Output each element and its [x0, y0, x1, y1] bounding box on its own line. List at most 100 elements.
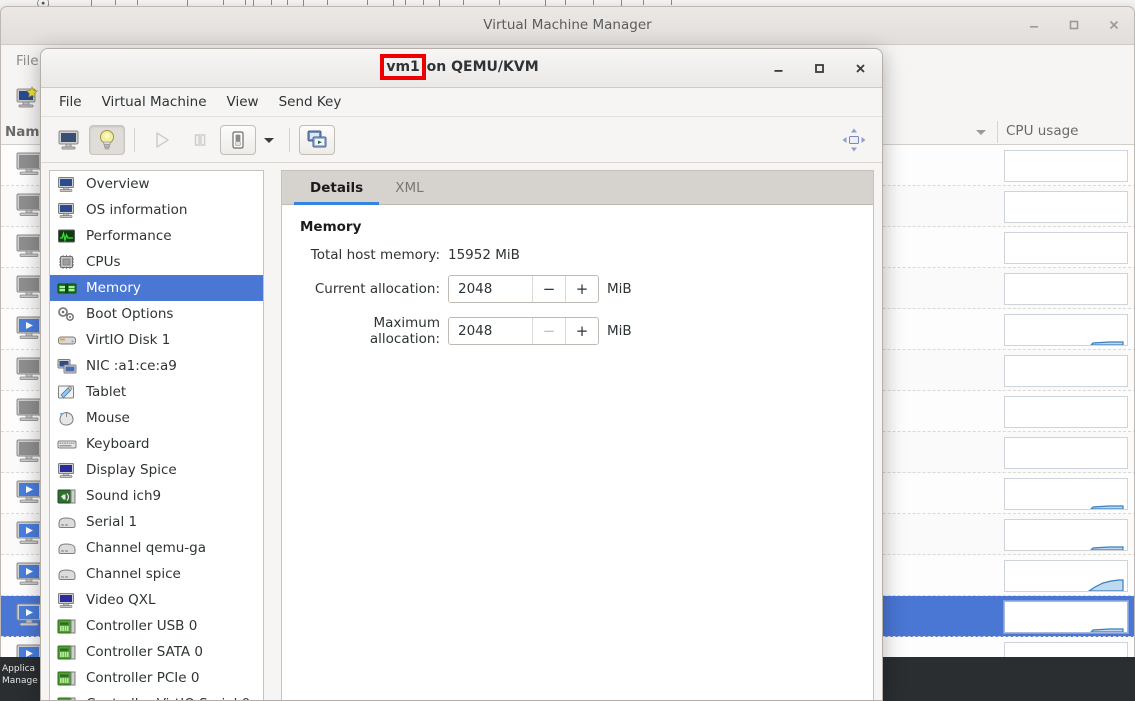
current-allocation-input[interactable] [449, 276, 532, 302]
cpu-usage-sparkline [1004, 437, 1128, 469]
vmm-minimize-icon[interactable] [1024, 15, 1044, 35]
current-allocation-plus-button[interactable]: + [565, 276, 598, 302]
hardware-item-controller-usb-0[interactable]: Controller USB 0 [50, 613, 263, 639]
ruler-tick [271, 0, 272, 5]
current-allocation-label: Current allocation: [314, 281, 440, 297]
vm-dialog-toolbar [41, 117, 882, 163]
hardware-item-controller-virtio-serial-0[interactable]: Controller VirtIO Serial 0 [50, 691, 263, 700]
hardware-item-label: CPUs [86, 254, 121, 270]
hardware-item-cpus[interactable]: CPUs [50, 249, 263, 275]
ruler-tick [367, 0, 368, 5]
snapshots-button[interactable] [299, 124, 335, 155]
menu-item-send-key[interactable]: Send Key [269, 90, 352, 114]
ruler-tick [671, 0, 672, 5]
controller-card-icon [56, 695, 78, 700]
hardware-item-controller-pcie-0[interactable]: Controller PCIe 0 [50, 665, 263, 691]
resize-to-vm-button[interactable] [836, 125, 872, 155]
hardware-item-video-qxl[interactable]: Video QXL [50, 587, 263, 613]
hardware-item-virtio-disk-1[interactable]: VirtIO Disk 1 [50, 327, 263, 353]
display-icon [56, 591, 78, 609]
show-details-button[interactable] [89, 124, 125, 155]
cpu-usage-sparkline [1004, 150, 1128, 182]
current-allocation-minus-button[interactable]: − [532, 276, 565, 302]
shutdown-button[interactable] [220, 124, 256, 155]
ruler-tick [327, 0, 328, 5]
maximum-allocation-input[interactable] [449, 318, 532, 344]
hardware-item-display-spice[interactable]: Display Spice [50, 457, 263, 483]
detail-pane: Details XML Memory Total host memory: 159… [281, 170, 874, 700]
hardware-item-mouse[interactable]: Mouse [50, 405, 263, 431]
hardware-item-nic-a1-ce-a9[interactable]: NIC :a1:ce:a9 [50, 353, 263, 379]
vmm-maximize-icon[interactable] [1064, 15, 1084, 35]
hardware-item-channel-qemu-ga[interactable]: Channel qemu-ga [50, 535, 263, 561]
show-console-button[interactable] [51, 125, 87, 155]
vmm-titlebar[interactable]: Virtual Machine Manager [1, 7, 1134, 45]
tab-details[interactable]: Details [294, 171, 380, 205]
ruler-tick [137, 0, 138, 5]
mouse-icon [56, 409, 78, 427]
vm-dialog-maximize-icon[interactable] [809, 58, 829, 78]
vm-dialog-minimize-icon[interactable] [768, 58, 788, 78]
vm-dialog-titlebar[interactable]: vm1 on QEMU/KVM [41, 49, 882, 88]
hardware-item-label: Controller SATA 0 [86, 644, 204, 660]
hardware-item-label: OS information [86, 202, 188, 218]
hardware-item-channel-spice[interactable]: Channel spice [50, 561, 263, 587]
ruler-tick [405, 0, 406, 5]
memory-pane: Memory Total host memory: 15952 MiB Curr… [282, 205, 873, 700]
sort-desc-icon[interactable] [976, 130, 986, 135]
performance-graph-icon [56, 227, 78, 245]
maximum-allocation-unit: MiB [607, 323, 632, 339]
vmm-window-title: Virtual Machine Manager [483, 17, 652, 33]
hardware-list-scrollbar[interactable] [264, 170, 270, 700]
vm-dialog-window-buttons [768, 58, 870, 78]
vm-dialog-body: Overview OS information Performance CPUs Mem… [41, 163, 882, 700]
hardware-list[interactable]: Overview OS information Performance CPUs Mem… [49, 170, 264, 700]
hardware-item-serial-1[interactable]: Serial 1 [50, 509, 263, 535]
column-header-cpu-usage[interactable]: CPU usage [1006, 123, 1078, 139]
vm-name-highlight: vm1 [380, 54, 426, 80]
ruler-tick [245, 0, 246, 5]
cpu-usage-sparkline [1004, 519, 1128, 551]
disk-icon [56, 331, 78, 349]
hardware-item-os-information[interactable]: OS information [50, 197, 263, 223]
hardware-item-label: Serial 1 [86, 514, 138, 530]
run-button[interactable] [144, 125, 180, 155]
tablet-pen-icon [56, 383, 78, 401]
hardware-item-keyboard[interactable]: Keyboard [50, 431, 263, 457]
hardware-item-boot-options[interactable]: Boot Options [50, 301, 263, 327]
menu-item-virtual-machine[interactable]: Virtual Machine [92, 90, 217, 114]
hardware-item-performance[interactable]: Performance [50, 223, 263, 249]
hardware-item-tablet[interactable]: Tablet [50, 379, 263, 405]
menu-item-view[interactable]: View [217, 90, 269, 114]
shutdown-menu-chevron-down-icon[interactable] [258, 125, 280, 155]
ruler-tick [463, 0, 464, 5]
cpu-chip-icon [56, 253, 78, 271]
detail-tabs: Details XML [282, 171, 873, 205]
hardware-item-label: Controller VirtIO Serial 0 [86, 696, 250, 700]
cpu-usage-sparkline [1004, 191, 1128, 223]
vmm-close-icon[interactable] [1104, 15, 1124, 35]
vm-details-window[interactable]: vm1 on QEMU/KVM File Virtual Machine View S… [40, 48, 883, 701]
current-allocation-stepper[interactable]: − + [448, 275, 599, 303]
maximum-allocation-stepper[interactable]: − + [448, 317, 599, 345]
cpu-usage-sparkline [1004, 560, 1128, 592]
vm-dialog-close-icon[interactable] [850, 58, 870, 78]
vmm-window-buttons [1024, 15, 1124, 35]
network-icon [56, 357, 78, 375]
controller-card-icon [56, 669, 78, 687]
hardware-item-label: VirtIO Disk 1 [86, 332, 171, 348]
hardware-item-overview[interactable]: Overview [50, 171, 263, 197]
computer-icon [56, 175, 78, 193]
pause-button[interactable] [182, 125, 218, 155]
menu-item-file[interactable]: File [49, 90, 92, 114]
hardware-item-memory[interactable]: Memory [50, 275, 263, 301]
maximum-allocation-plus-button[interactable]: + [565, 318, 598, 344]
hardware-item-sound-ich9[interactable]: Sound ich9 [50, 483, 263, 509]
cpu-usage-sparkline [1004, 232, 1128, 264]
ruler-tick [423, 0, 424, 5]
toolbar-separator-2 [289, 127, 290, 152]
controller-card-icon [56, 617, 78, 635]
tab-xml[interactable]: XML [379, 171, 439, 204]
cpu-usage-sparkline [1004, 601, 1128, 633]
hardware-item-controller-sata-0[interactable]: Controller SATA 0 [50, 639, 263, 665]
